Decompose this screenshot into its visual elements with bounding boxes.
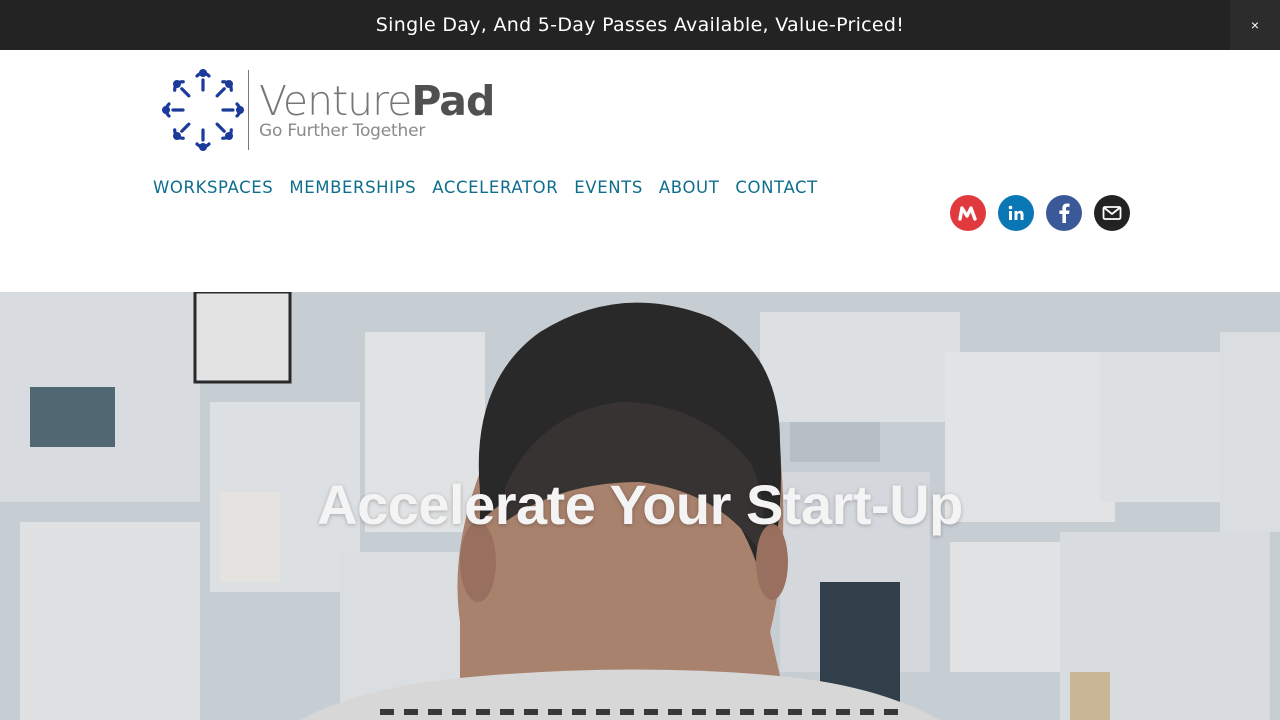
linkedin-icon xyxy=(1008,205,1024,220)
nav-events[interactable]: EVENTS xyxy=(574,178,643,197)
email-link[interactable] xyxy=(1094,195,1130,231)
nav-contact[interactable]: CONTACT xyxy=(735,178,817,197)
facebook-link[interactable] xyxy=(1046,195,1082,231)
announcement-bar: Single Day, And 5-Day Passes Available, … xyxy=(0,0,1280,50)
logo-tagline: Go Further Together xyxy=(259,121,426,141)
site-header: VenturePad Go Further Together WORKSPACE… xyxy=(0,50,1280,292)
site-logo[interactable]: VenturePad Go Further Together xyxy=(160,68,500,152)
logo-divider xyxy=(248,70,249,150)
logo-name: VenturePad xyxy=(259,77,495,125)
announcement-text: Single Day, And 5-Day Passes Available, … xyxy=(375,14,905,36)
main-nav: WORKSPACES MEMBERSHIPS ACCELERATOR EVENT… xyxy=(153,178,818,197)
hero-section: Accelerate Your Start-Up xyxy=(0,292,1280,720)
logo-name-light: Venture xyxy=(259,77,412,125)
meetup-link[interactable] xyxy=(950,195,986,231)
nav-workspaces[interactable]: WORKSPACES xyxy=(153,178,273,197)
nav-accelerator[interactable]: ACCELERATOR xyxy=(432,178,558,197)
venturepad-logo-icon xyxy=(162,69,244,151)
logo-name-bold: Pad xyxy=(411,77,495,125)
meetup-icon xyxy=(958,206,977,221)
email-icon xyxy=(1102,206,1122,220)
nav-memberships[interactable]: MEMBERSHIPS xyxy=(289,178,416,197)
hero-title: Accelerate Your Start-Up xyxy=(317,473,963,536)
nav-about[interactable]: ABOUT xyxy=(659,178,719,197)
logo-wordmark: VenturePad Go Further Together xyxy=(259,77,495,141)
close-icon: × xyxy=(1250,17,1260,33)
close-announcement-button[interactable]: × xyxy=(1230,0,1280,50)
linkedin-link[interactable] xyxy=(998,195,1034,231)
facebook-icon xyxy=(1059,203,1070,223)
social-links xyxy=(950,195,1130,231)
